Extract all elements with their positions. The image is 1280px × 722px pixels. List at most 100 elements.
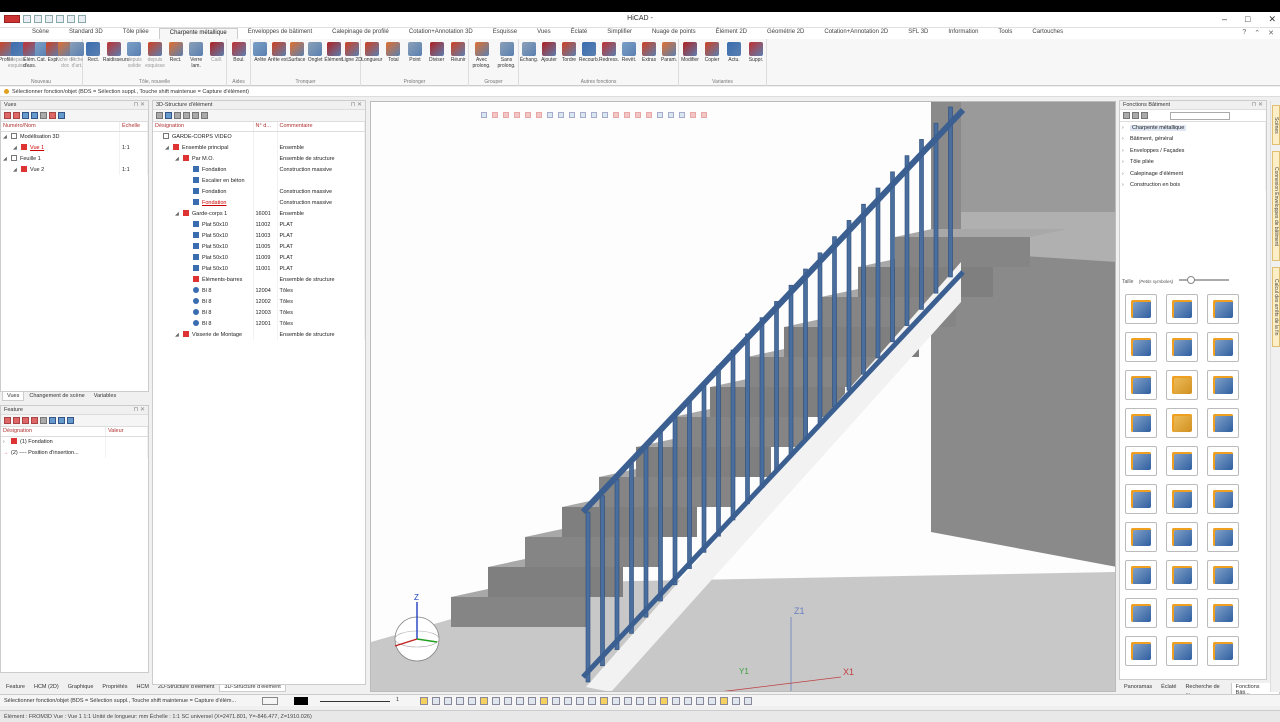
command-tool-icon[interactable] xyxy=(684,697,692,705)
steel-connection-icon[interactable] xyxy=(1125,522,1157,552)
command-tool-icon[interactable] xyxy=(732,697,740,705)
ribbon-button-ajouter[interactable]: Ajouter xyxy=(538,42,560,63)
feature-row[interactable]: › (1) Fondation xyxy=(1,436,148,447)
tab-cotation-annotation-3d[interactable]: Cotation+Annotation 3D xyxy=(399,28,483,39)
command-tool-icon[interactable] xyxy=(648,697,656,705)
filter-dropdown[interactable] xyxy=(1170,112,1230,120)
ribbon-button-rect-[interactable]: Rect. xyxy=(82,42,104,63)
tool-icon[interactable] xyxy=(67,417,74,424)
structure-row[interactable]: Plat 50x10 11009 PLAT xyxy=(153,252,365,263)
tool-icon[interactable] xyxy=(31,112,38,119)
structure-row[interactable]: Plat 50x10 11005 PLAT xyxy=(153,241,365,252)
command-tool-icon[interactable] xyxy=(492,697,500,705)
structure-row[interactable]: ◢ Ensemble principal Ensemble xyxy=(153,142,365,153)
panel-tab[interactable]: Variables xyxy=(90,392,121,401)
tab-sfl-3d[interactable]: SFL 3D xyxy=(898,28,938,39)
ribbon-button-modifier[interactable]: Modifier xyxy=(679,42,701,63)
command-tool-icon[interactable] xyxy=(744,697,752,705)
tool-icon[interactable] xyxy=(657,112,663,118)
tab-information[interactable]: Information xyxy=(938,28,988,39)
tool-icon[interactable] xyxy=(580,112,586,118)
structure-row[interactable]: ◢ Visserie de Montage Ensemble de structur… xyxy=(153,329,365,340)
ribbon-button-depuis-esquisse[interactable]: depuis esquisse xyxy=(144,42,166,69)
column-header[interactable]: Désignation xyxy=(153,122,254,132)
tool-icon[interactable] xyxy=(1123,112,1130,119)
steel-connection-icon[interactable] xyxy=(1166,446,1198,476)
structure-row[interactable]: Bl 8 12004 Tôles xyxy=(153,285,365,296)
structure-row[interactable]: GARDE-CORPS VIDEO xyxy=(153,131,365,142)
command-tool-icon[interactable] xyxy=(528,697,536,705)
structure-row[interactable]: Plat 50x10 11003 PLAT xyxy=(153,230,365,241)
tab-esquisse[interactable]: Esquisse xyxy=(483,28,527,39)
panel-pin-icon[interactable]: ⊓ ✕ xyxy=(351,101,362,108)
tool-icon[interactable] xyxy=(49,112,56,119)
sidebar-tab[interactable]: Connexion Enveloppes de bâtiment xyxy=(1272,151,1280,261)
ribbon-button-total[interactable]: Total xyxy=(382,42,404,63)
structure-row[interactable]: Bl 8 12001 Tôles xyxy=(153,318,365,329)
command-tool-icon[interactable] xyxy=(708,697,716,705)
ribbon-button-depuis-solide[interactable]: depuis solide xyxy=(123,42,145,69)
line-width-value[interactable]: 1 xyxy=(396,697,399,703)
sidebar-tab[interactable]: Scènes xyxy=(1272,105,1280,145)
tool-icon[interactable] xyxy=(503,112,509,118)
command-tool-icon[interactable] xyxy=(600,697,608,705)
steel-connection-icon[interactable] xyxy=(1207,484,1239,514)
steel-connection-icon[interactable] xyxy=(1125,408,1157,438)
panel-tab[interactable]: HCM (2D) xyxy=(30,683,63,692)
tool-icon[interactable] xyxy=(156,112,163,119)
tab-t-le-pli-e[interactable]: Tôle pliée xyxy=(113,28,159,39)
steel-connection-icon[interactable] xyxy=(1125,332,1157,362)
tab--clat-[interactable]: Éclaté xyxy=(561,28,598,39)
structure-row[interactable]: ◢ Par M.O. Ensemble de structure xyxy=(153,153,365,164)
steel-connection-icon[interactable] xyxy=(1166,408,1198,438)
collapse-ribbon-icon[interactable]: ⌃ xyxy=(1254,29,1260,37)
color-swatch[interactable] xyxy=(294,697,308,705)
ribbon-button-suppr-[interactable]: Suppr. xyxy=(745,42,767,63)
ribbon-button-point[interactable]: Point xyxy=(404,42,426,63)
column-header[interactable]: Commentaire xyxy=(277,122,365,132)
tool-icon[interactable] xyxy=(49,417,56,424)
tool-icon[interactable] xyxy=(13,417,20,424)
tool-icon[interactable] xyxy=(492,112,498,118)
steel-connection-icon[interactable] xyxy=(1207,446,1239,476)
column-header[interactable]: Numéro/Nom xyxy=(1,122,120,132)
ribbon-button-r-unir[interactable]: Réunir xyxy=(447,42,469,63)
steel-connection-icon[interactable] xyxy=(1207,332,1239,362)
ribbon-button-param-[interactable]: Param. xyxy=(658,42,680,63)
column-header[interactable]: Désignation xyxy=(1,427,106,437)
panel-tab[interactable]: HCM xyxy=(132,683,153,692)
tool-icon[interactable] xyxy=(192,112,199,119)
tab-cotation-annotation-2d[interactable]: Cotation+Annotation 2D xyxy=(814,28,898,39)
tool-icon[interactable] xyxy=(201,112,208,119)
structure-row[interactable]: Fondation Construction massive xyxy=(153,186,365,197)
view-row[interactable]: ◢ Vue 1 1:1 xyxy=(1,142,148,153)
close-button[interactable]: ✕ xyxy=(1268,14,1276,25)
help-icon[interactable]: ? xyxy=(1242,29,1246,37)
structure-row[interactable]: Plat 50x10 11001 PLAT xyxy=(153,263,365,274)
command-tool-icon[interactable] xyxy=(564,697,572,705)
steel-connection-icon[interactable] xyxy=(1166,370,1198,400)
tool-icon[interactable] xyxy=(4,112,11,119)
steel-connection-icon[interactable] xyxy=(1207,294,1239,324)
tab--l-ment-2d[interactable]: Élément 2D xyxy=(706,28,757,39)
ribbon-button-avec-prolong-[interactable]: Avec prolong. xyxy=(471,42,493,69)
structure-row[interactable]: Bl 8 12002 Tôles xyxy=(153,296,365,307)
tool-icon[interactable] xyxy=(624,112,630,118)
tab-charpente-m-tallique[interactable]: Charpente métallique xyxy=(158,28,238,39)
minimize-button[interactable]: – xyxy=(1222,14,1227,25)
command-tool-icon[interactable] xyxy=(696,697,704,705)
sidebar-tab[interactable]: Calcul des arrêts de la fin xyxy=(1272,267,1280,347)
tool-icon[interactable] xyxy=(22,112,29,119)
steel-connection-icon[interactable] xyxy=(1166,332,1198,362)
tool-icon[interactable] xyxy=(1141,112,1148,119)
tool-icon[interactable] xyxy=(174,112,181,119)
steel-connection-icon[interactable] xyxy=(1207,636,1239,666)
tool-icon[interactable] xyxy=(13,112,20,119)
command-tool-icon[interactable] xyxy=(672,697,680,705)
ribbon-button-recourb-[interactable]: Recourb. xyxy=(578,42,600,63)
ribbon-button-diviser[interactable]: Diviser xyxy=(426,42,448,63)
size-slider[interactable] xyxy=(1178,276,1229,284)
tab-simplifier[interactable]: Simplifier xyxy=(597,28,642,39)
steel-connection-icon[interactable] xyxy=(1125,560,1157,590)
steel-connection-icon[interactable] xyxy=(1207,560,1239,590)
